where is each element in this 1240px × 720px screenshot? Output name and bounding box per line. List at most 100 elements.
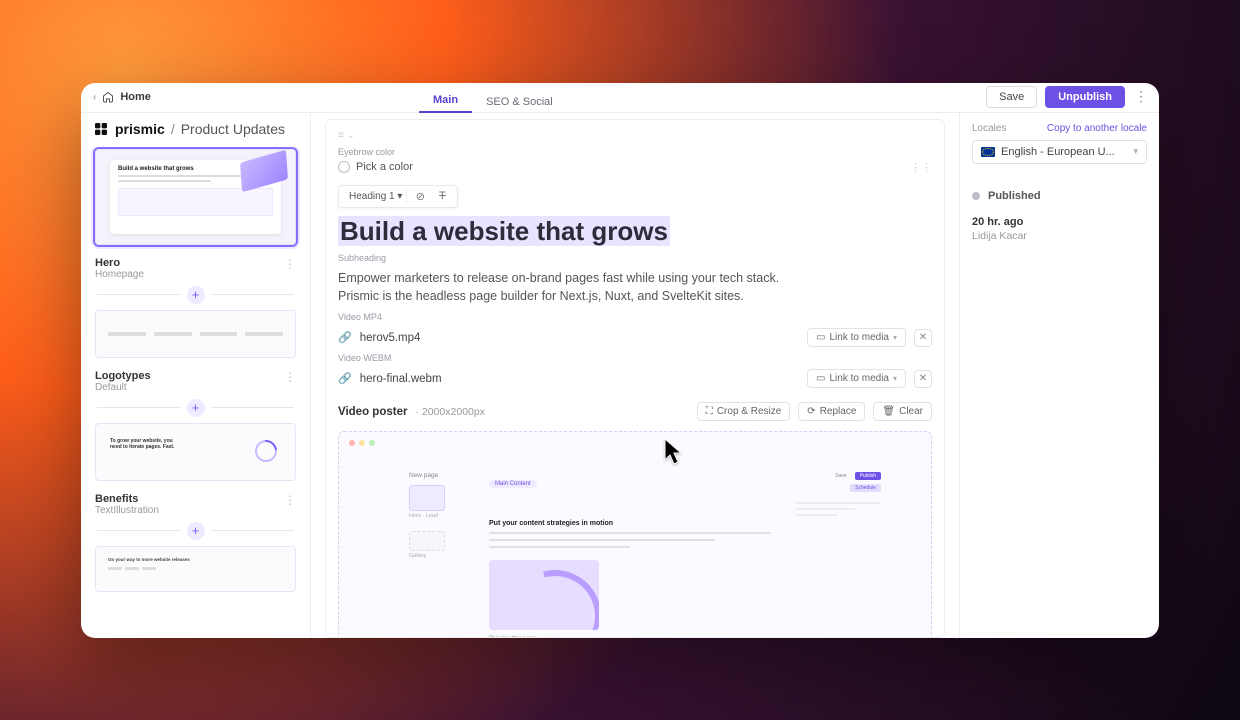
video-webm-filename[interactable]: hero-final.webm [360, 373, 442, 385]
slice-menu-icon[interactable]: ⋮ [284, 370, 296, 384]
more-menu-icon[interactable]: ⋮ [1133, 88, 1149, 105]
add-slice-button[interactable]: + [187, 399, 205, 417]
text-style-icon[interactable]: T [433, 190, 451, 202]
add-slice-button[interactable]: + [187, 286, 205, 304]
slice-item-3[interactable]: 3 To grow your website, you need to iter… [93, 421, 298, 483]
brand-sep: / [171, 121, 175, 137]
chevron-down-icon: ▾ [893, 333, 897, 342]
mini-schedule: Schedule [850, 484, 881, 492]
mini-save: Save [831, 472, 850, 480]
clear-button[interactable]: 🗑Clear [873, 402, 932, 421]
brand-page: Product Updates [181, 121, 285, 137]
subheading-label: Subheading [338, 253, 932, 263]
slice-menu-icon[interactable]: ⋮ [284, 257, 296, 271]
slice-thumbnail: Build a website that grows [95, 149, 296, 245]
chevron-down-icon: ▾ [893, 374, 897, 383]
slice-hero[interactable]: 1 Build a website that grows [93, 147, 298, 247]
traffic-lights-icon [349, 440, 921, 446]
history-entry[interactable]: 20 hr. ago Lidija Kacar [972, 216, 1147, 242]
brand-name: prismic [115, 121, 165, 137]
sidebar: prismic / Product Updates 1 Build a webs… [81, 113, 311, 638]
breadcrumb-home[interactable]: Home [120, 91, 151, 103]
breadcrumb[interactable]: ‹ Home [93, 91, 151, 103]
mini-publish: Publish [855, 472, 881, 480]
top-actions: Save Unpublish ⋮ [986, 86, 1149, 108]
rte-toolbar: Heading 1 ▾ ⊘ T [338, 185, 458, 208]
locale-select[interactable]: English - European U... ▾ [972, 140, 1147, 164]
clear-media-button[interactable]: ✕ [914, 329, 932, 347]
slice-meta: Hero Homepage ⋮ [89, 251, 302, 282]
editor-inner: ≡ ⌄ Eyebrow color Pick a color ⋮⋮ Headin… [325, 119, 945, 638]
status-dot-icon [972, 192, 980, 200]
replace-icon: ⟳ [807, 406, 815, 417]
slice-type: TextIllustration [95, 505, 159, 516]
clear-format-icon[interactable]: ⊘ [411, 190, 429, 203]
heading-select[interactable]: Heading 1 ▾ [345, 189, 407, 204]
slice-thumbnail: On your way to more website releases [95, 546, 296, 592]
poster-dims: · 2000x2000px [415, 406, 484, 418]
media-icon: ▭ [816, 332, 825, 343]
history-time: 20 hr. ago [972, 216, 1147, 228]
home-icon [102, 91, 114, 103]
add-slice-divider: + [97, 286, 294, 304]
slice-list: 1 Build a website that grows Hero Homepa [89, 147, 302, 598]
tab-seo-social[interactable]: SEO & Social [472, 90, 567, 113]
eyebrow-color-field[interactable]: Pick a color ⋮⋮ [338, 157, 932, 179]
link-icon: 🔗 [338, 331, 352, 344]
poster-preview[interactable]: New page Hero · Lead Gallery Main Conten… [338, 431, 932, 638]
mini-headline: Put your content strategies in motion [489, 520, 771, 527]
mini-preview-caption: Preview this page [489, 636, 771, 638]
slice-meta: Benefits TextIllustration ⋮ [89, 487, 302, 518]
poster-header: Video poster · 2000x2000px ⛶Crop & Resiz… [338, 402, 932, 421]
media-icon: ▭ [816, 373, 825, 384]
tab-main[interactable]: Main [419, 88, 472, 113]
slice-name: Logotypes [95, 370, 151, 382]
clear-media-button[interactable]: ✕ [914, 370, 932, 388]
field-drag-icon[interactable]: ⋮⋮ [910, 161, 932, 174]
right-panel: Locales Copy to another locale English -… [959, 113, 1159, 638]
slice-thumbnail: To grow your website, you need to iterat… [95, 423, 296, 481]
link-to-media-button[interactable]: ▭ Link to media ▾ [807, 328, 906, 347]
locales-label: Locales [972, 123, 1006, 134]
pick-color-text: Pick a color [356, 161, 413, 173]
chevron-down-icon: ▾ [1133, 146, 1138, 157]
history-user: Lidija Kacar [972, 230, 1147, 242]
locales-header: Locales Copy to another locale [972, 123, 1147, 134]
trash-icon: 🗑 [882, 406, 895, 417]
video-webm-label: Video WEBM [338, 353, 932, 363]
mini-new-page: New page [409, 472, 479, 479]
brand: prismic / Product Updates [89, 119, 302, 145]
slice-menu-icon[interactable]: ⋮ [284, 493, 296, 507]
heading-text: Build a website that grows [338, 216, 670, 246]
slice-type: Homepage [95, 269, 144, 280]
heading-input[interactable]: Build a website that grows [338, 216, 932, 247]
replace-button[interactable]: ⟳Replace [798, 402, 865, 421]
eu-flag-icon [981, 147, 995, 157]
save-button[interactable]: Save [986, 86, 1037, 108]
video-webm-field: 🔗 hero-final.webm ▭ Link to media ▾ ✕ [338, 369, 932, 388]
drag-handle-icon[interactable]: ≡ ⌄ [338, 130, 932, 141]
subheading-input[interactable]: Empower marketers to release on-brand pa… [338, 269, 808, 307]
app-window: ‹ Home Main SEO & Social Save Unpublish … [81, 83, 1159, 638]
slice-type: Default [95, 382, 151, 393]
unpublish-button[interactable]: Unpublish [1045, 86, 1125, 108]
poster-label: Video poster [338, 406, 407, 418]
topbar: ‹ Home Main SEO & Social Save Unpublish … [81, 83, 1159, 113]
link-to-media-button[interactable]: ▭ Link to media ▾ [807, 369, 906, 388]
slice-logotypes[interactable]: 2 [93, 308, 298, 360]
video-mp4-filename[interactable]: herov5.mp4 [360, 332, 421, 344]
mini-main-content: Main Content [489, 480, 537, 488]
chevron-left-icon: ‹ [93, 92, 96, 103]
publish-status: Published [972, 190, 1147, 202]
slice-meta: Logotypes Default ⋮ [89, 364, 302, 395]
prismic-logo-icon [93, 121, 109, 137]
link-icon: 🔗 [338, 372, 352, 385]
poster-mini-app: New page Hero · Lead Gallery Main Conten… [409, 472, 881, 638]
slice-item-4[interactable]: On your way to more website releases [93, 544, 298, 594]
video-mp4-label: Video MP4 [338, 312, 932, 322]
editor: ≡ ⌄ Eyebrow color Pick a color ⋮⋮ Headin… [311, 113, 959, 638]
copy-locale-link[interactable]: Copy to another locale [1047, 123, 1147, 134]
add-slice-button[interactable]: + [187, 522, 205, 540]
crop-resize-button[interactable]: ⛶Crop & Resize [697, 402, 790, 421]
crop-icon: ⛶ [706, 406, 713, 417]
